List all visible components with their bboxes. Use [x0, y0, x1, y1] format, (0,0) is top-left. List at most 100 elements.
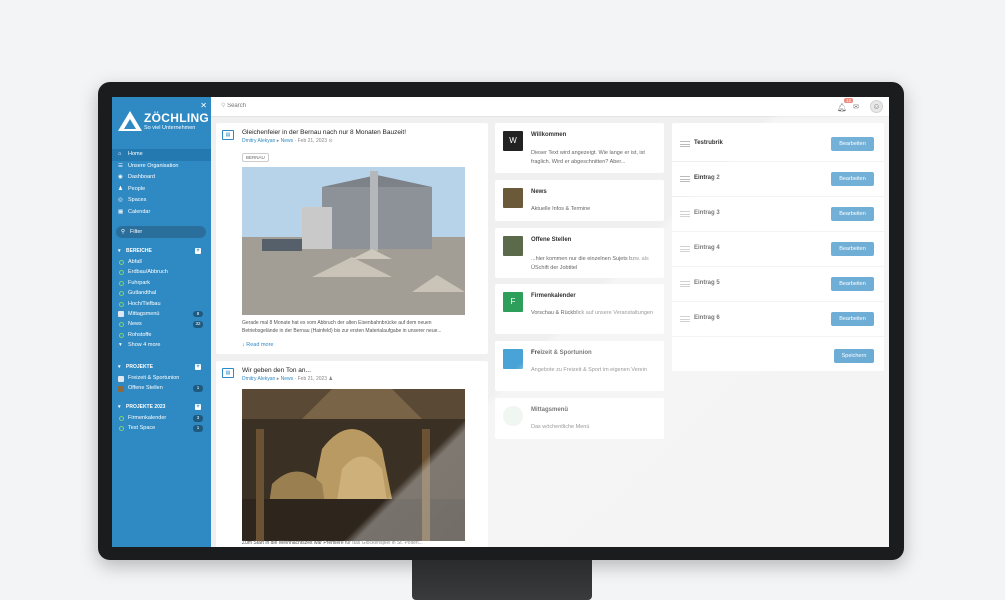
spaces-icon: ◎: [118, 197, 123, 203]
count-badge: 1: [193, 385, 203, 392]
logo[interactable]: ZÖCHLING So viel Unternehmen: [118, 111, 210, 137]
edit-button[interactable]: Bearbeiten: [831, 172, 874, 186]
search-input[interactable]: [227, 103, 348, 109]
post-title[interactable]: Gleichenfeier in der Bernau nach nur 8 M…: [242, 129, 406, 136]
section-header-projekte[interactable]: ▾ PROJEKTE +: [112, 361, 211, 373]
logo-title: ZÖCHLING: [144, 111, 210, 125]
space-item[interactable]: Offene Stellen 1: [112, 383, 211, 393]
space-card-desc: Das wöchentliche Menü: [531, 424, 590, 430]
add-icon[interactable]: +: [195, 364, 201, 370]
space-card-title: Firmenkalender: [531, 293, 576, 299]
author-link[interactable]: Dmitry Alekyan: [242, 376, 275, 382]
space-item[interactable]: Firmenkalender 3: [112, 413, 211, 423]
main-nav: ⌂ Home ☰ Unsere Organisation ◉ Dashboard ♟ P…: [112, 149, 211, 218]
read-more-link[interactable]: ↓ Read more: [242, 342, 274, 348]
chevron-down-icon: ▾: [118, 248, 121, 254]
space-card-offene-stellen[interactable]: Offene Stellen ...hier kommen nur die ei…: [495, 228, 664, 278]
add-icon[interactable]: +: [195, 248, 201, 254]
space-item[interactable]: Mittagsmenü 8: [112, 309, 211, 319]
section-header-bereiche[interactable]: ▾ BEREICHE +: [112, 245, 211, 257]
section-projekte-2023: ▾ PROJEKTE 2023 + Firmenkalender 3 Test Spa…: [112, 401, 211, 434]
space-item[interactable]: News 32: [112, 319, 211, 329]
post-title[interactable]: Wir geben den Ton an...: [242, 367, 311, 374]
edit-button[interactable]: Bearbeiten: [831, 137, 874, 151]
sidebar: ✕ ZÖCHLING So viel Unternehmen ⌂ Home ☰ Un…: [112, 97, 211, 547]
space-thumb: [503, 188, 523, 208]
space-card-mittagsmenu[interactable]: Mittagsmenü Das wöchentliche Menü: [495, 398, 664, 439]
avatar[interactable]: ☺: [870, 100, 883, 113]
search-icon: ⚲: [121, 229, 126, 235]
close-icon[interactable]: ✕: [200, 101, 207, 110]
post-meta: Dmitry Alekyan ▸ News · Feb 21, 2023 ⊙: [242, 138, 333, 144]
section-header-projekte-2023[interactable]: ▾ PROJEKTE 2023 +: [112, 401, 211, 413]
space-card-firmenkalender[interactable]: F Firmenkalender Vorschau & Rückblick au…: [495, 284, 664, 334]
post-excerpt: Gerade mal 8 Monate hat es vom Abbruch d…: [242, 320, 442, 334]
nav-item-dashboard[interactable]: ◉ Dashboard: [112, 172, 211, 184]
mail-icon[interactable]: ✉: [853, 103, 859, 111]
space-link[interactable]: News: [281, 376, 294, 382]
section-projekte: ▾ PROJEKTE + Freizeit & Sportunion Offene …: [112, 361, 211, 394]
space-thumb: [503, 236, 523, 256]
drag-handle-icon[interactable]: [680, 281, 690, 287]
drag-handle-icon[interactable]: [680, 246, 690, 252]
drag-handle-icon[interactable]: [680, 316, 690, 322]
count-badge: 8: [193, 310, 203, 318]
add-icon[interactable]: +: [195, 404, 201, 410]
chevron-down-icon: ▾: [118, 404, 121, 410]
space-card-freizeit[interactable]: Freizeit & Sportunion Angebote zu Freize…: [495, 341, 664, 391]
space-card-desc: Aktuelle Infos & Termine: [531, 206, 591, 212]
space-card-willkommen[interactable]: W Willkommen Dieser Text wird angezeigt.…: [495, 123, 664, 173]
arrow-down-icon: ↓: [242, 342, 245, 348]
rubric-label: Testrubrik: [694, 140, 723, 146]
nav-item-organisation[interactable]: ☰ Unsere Organisation: [112, 161, 211, 173]
search-icon: ⚲: [221, 103, 226, 109]
edit-button[interactable]: Bearbeiten: [831, 277, 874, 291]
filter-input[interactable]: ⚲ Filter: [116, 226, 206, 238]
drag-handle-icon[interactable]: [680, 176, 690, 182]
edit-button[interactable]: Bearbeiten: [831, 312, 874, 326]
post-image[interactable]: [242, 167, 465, 315]
space-item[interactable]: Hoch/Tiefbau: [112, 299, 211, 309]
author-link[interactable]: Dmitry Alekyan: [242, 138, 275, 144]
space-link[interactable]: News: [281, 138, 294, 144]
post-card: ▤ Gleichenfeier in der Bernau nach nur 8…: [216, 123, 488, 354]
space-item[interactable]: Fuhrpark: [112, 278, 211, 288]
rubric-label: Eintrag 5: [694, 280, 720, 286]
space-item[interactable]: Gutlandthal: [112, 288, 211, 298]
space-item[interactable]: Erdbau/Abbruch: [112, 267, 211, 277]
rubric-row: Eintrag 6 Bearbeiten: [672, 302, 884, 337]
edit-button[interactable]: Bearbeiten: [831, 242, 874, 256]
count-badge: 1: [193, 425, 203, 432]
show-more-link[interactable]: ▾ Show 4 more: [112, 340, 211, 350]
people-icon: ♟: [118, 185, 123, 192]
space-item[interactable]: Freizeit & Sportunion: [112, 373, 211, 383]
nav-item-spaces[interactable]: ◎ Spaces: [112, 195, 211, 207]
nav-item-people[interactable]: ♟ People: [112, 184, 211, 196]
space-item[interactable]: Abfall: [112, 257, 211, 267]
space-thumb: W: [503, 131, 523, 151]
space-item[interactable]: Test Space 1: [112, 423, 211, 433]
post-image[interactable]: [242, 389, 465, 541]
space-card-title: Offene Stellen: [531, 237, 572, 243]
drag-handle-icon[interactable]: [680, 141, 690, 147]
nav-item-calendar[interactable]: ▦ Calendar: [112, 207, 211, 219]
nav-item-home[interactable]: ⌂ Home: [112, 149, 211, 161]
topic-tag[interactable]: BERNAU: [242, 153, 269, 162]
space-card-news[interactable]: News Aktuelle Infos & Termine: [495, 180, 664, 221]
count-badge: 3: [193, 415, 203, 422]
bell-icon[interactable]: 🔔︎: [837, 103, 847, 112]
drag-handle-icon[interactable]: [680, 211, 690, 217]
count-badge: 32: [193, 321, 203, 328]
space-item[interactable]: Rohstoffe: [112, 330, 211, 340]
save-button[interactable]: Speichern: [834, 349, 874, 363]
activity-feed: ▤ Gleichenfeier in der Bernau nach nur 8…: [216, 123, 488, 547]
rubric-row: Eintrag 3 Bearbeiten: [672, 197, 884, 232]
space-card-desc: Vorschau & Rückblick auf unsere Veransta…: [531, 310, 653, 316]
chevron-down-icon: ▾: [119, 342, 122, 349]
monitor-stand: [412, 560, 592, 600]
edit-button[interactable]: Bearbeiten: [831, 207, 874, 221]
post-date: Feb 21, 2023: [297, 376, 328, 382]
post-meta: Dmitry Alekyan ▸ News · Feb 21, 2023 ♟: [242, 376, 333, 382]
rubric-label: Eintrag 3: [694, 210, 720, 216]
rubric-label: Eintrag 2: [694, 175, 720, 181]
